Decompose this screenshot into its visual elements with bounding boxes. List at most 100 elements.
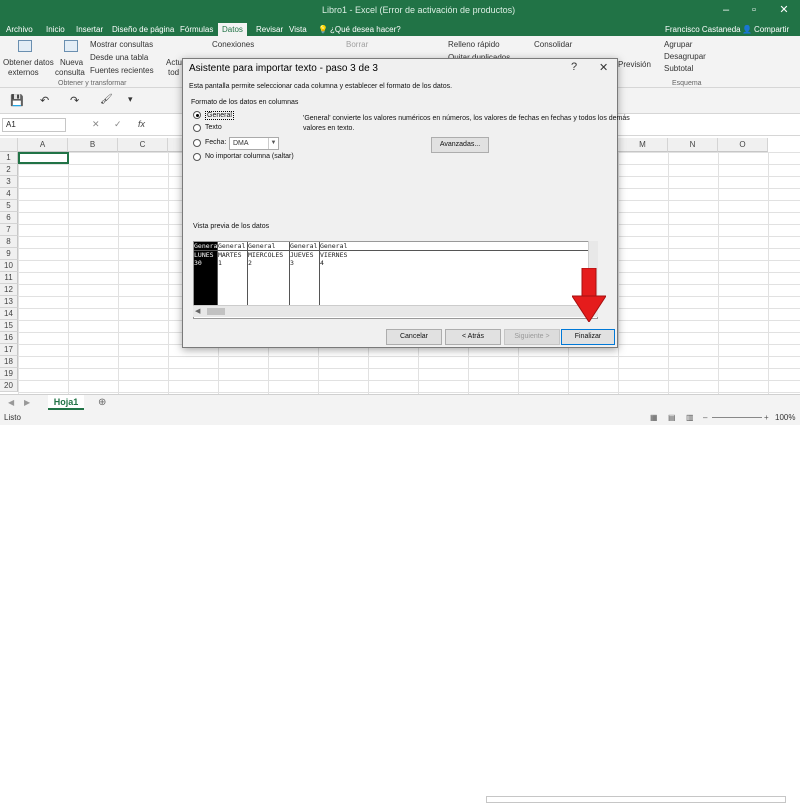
help-icon[interactable]: ? <box>571 61 577 73</box>
tab-insertar[interactable]: Insertar <box>72 23 107 36</box>
row-header-3[interactable]: 3 <box>0 176 18 188</box>
tab-revisar[interactable]: Revisar <box>252 23 287 36</box>
tab-archivo[interactable]: Archivo <box>2 23 37 36</box>
row-header-18[interactable]: 18 <box>0 356 18 368</box>
preview-column-3[interactable]: General MIERCOLES 2 <box>248 242 290 306</box>
radio-general[interactable] <box>193 111 201 119</box>
flash-fill-button[interactable]: Relleno rápido <box>448 40 500 49</box>
close-dialog-icon[interactable]: ✕ <box>599 61 608 74</box>
close-window-icon[interactable]: ✕ <box>774 2 794 18</box>
minimize-icon[interactable]: – <box>716 2 736 18</box>
save-icon[interactable]: 💾 <box>10 94 24 107</box>
forecast-button[interactable]: Previsión <box>618 60 651 69</box>
zoom-slider[interactable] <box>712 417 762 418</box>
row-header-8[interactable]: 8 <box>0 236 18 248</box>
share-button[interactable]: Compartir <box>754 23 789 36</box>
ungroup-button[interactable]: Desagrupar <box>664 52 706 61</box>
radio-general-label[interactable]: General <box>205 111 234 120</box>
preview-column-4[interactable]: General JUEVES 3 <box>290 242 320 306</box>
subtotal-button[interactable]: Subtotal <box>664 64 693 73</box>
tell-me-box[interactable]: ¿Qué desea hacer? <box>330 23 401 36</box>
row-header-16[interactable]: 16 <box>0 332 18 344</box>
column-header-b[interactable]: B <box>68 138 118 152</box>
column-header-c[interactable]: C <box>118 138 168 152</box>
tab-diseno[interactable]: Diseño de página <box>108 23 178 36</box>
normal-view-icon[interactable]: ▦ <box>650 411 658 425</box>
page-break-icon[interactable]: ▥ <box>686 411 694 425</box>
redo-icon[interactable]: ↷ <box>70 94 79 107</box>
row-header-17[interactable]: 17 <box>0 344 18 356</box>
radio-text[interactable] <box>193 124 201 132</box>
column-header-o[interactable]: O <box>718 138 768 152</box>
name-box[interactable]: A1 <box>2 118 66 132</box>
cancel-formula-icon[interactable]: ✕ <box>92 119 100 130</box>
row-header-14[interactable]: 14 <box>0 308 18 320</box>
sheet-tab-hoja1[interactable]: Hoja1 <box>48 395 84 410</box>
row-header-9[interactable]: 9 <box>0 248 18 260</box>
row-header-6[interactable]: 6 <box>0 212 18 224</box>
row-header-19[interactable]: 19 <box>0 368 18 380</box>
get-external-data-button[interactable]: Obtener datos <box>3 58 54 67</box>
row-header-20[interactable]: 20 <box>0 380 18 392</box>
finish-button[interactable]: Finalizar <box>561 329 615 345</box>
column-header-n[interactable]: N <box>668 138 718 152</box>
consolidate-button[interactable]: Consolidar <box>534 40 572 49</box>
row-header-15[interactable]: 15 <box>0 320 18 332</box>
next-sheet-icon[interactable]: ▶ <box>24 398 30 407</box>
scroll-left-icon[interactable]: ◀ <box>195 307 200 315</box>
fx-icon[interactable]: fx <box>138 119 145 129</box>
radio-date-label[interactable]: Fecha: <box>205 139 226 146</box>
zoom-out-icon[interactable]: – <box>703 411 707 425</box>
next-button[interactable]: Siguiente > <box>504 329 560 345</box>
row-header-2[interactable]: 2 <box>0 164 18 176</box>
format-painter-icon[interactable]: 🖌 <box>100 94 113 105</box>
radio-skip-label[interactable]: No importar columna (saltar) <box>205 153 294 160</box>
show-queries-button[interactable]: Mostrar consultas <box>90 40 153 49</box>
new-query-button[interactable]: Nueva <box>60 58 83 67</box>
tab-formulas[interactable]: Fórmulas <box>176 23 217 36</box>
column-header-a[interactable]: A <box>18 138 68 152</box>
connections-button[interactable]: Conexiones <box>212 40 254 49</box>
row-header-11[interactable]: 11 <box>0 272 18 284</box>
page-layout-icon[interactable]: ▤ <box>668 411 676 425</box>
select-all-corner[interactable] <box>0 138 18 152</box>
zoom-level[interactable]: 100% <box>775 411 795 425</box>
advanced-button[interactable]: Avanzadas... <box>431 137 489 153</box>
date-format-select[interactable]: DMA ▼ <box>229 137 279 150</box>
row-header-13[interactable]: 13 <box>0 296 18 308</box>
zoom-in-icon[interactable]: + <box>764 411 769 425</box>
maximize-icon[interactable]: ▫ <box>744 2 764 18</box>
preview-column-5[interactable]: General VIERNES 4 <box>320 242 360 306</box>
row-header-7[interactable]: 7 <box>0 224 18 236</box>
tab-vista[interactable]: Vista <box>285 23 311 36</box>
cancel-button[interactable]: Cancelar <box>386 329 442 345</box>
preview-horizontal-scrollbar[interactable]: ◀ <box>193 305 598 317</box>
row-header-12[interactable]: 12 <box>0 284 18 296</box>
horizontal-scrollbar[interactable] <box>486 796 786 803</box>
row-header-10[interactable]: 10 <box>0 260 18 272</box>
radio-text-label[interactable]: Texto <box>205 124 222 131</box>
undo-icon[interactable]: ↶ <box>40 94 49 107</box>
tab-datos[interactable]: Datos <box>218 23 247 36</box>
radio-date[interactable] <box>193 139 201 147</box>
add-sheet-icon[interactable]: ⊕ <box>98 397 106 408</box>
enter-formula-icon[interactable]: ✓ <box>114 119 122 130</box>
row-header-5[interactable]: 5 <box>0 200 18 212</box>
preview-scroll-thumb[interactable] <box>207 308 225 315</box>
customize-qat-icon[interactable]: ▾ <box>128 94 133 105</box>
group-button[interactable]: Agrupar <box>664 40 692 49</box>
back-button[interactable]: < Atrás <box>445 329 501 345</box>
refresh-all-button[interactable]: Actu <box>166 58 182 67</box>
preview-column-2[interactable]: General MARTES 1 <box>218 242 248 306</box>
column-header-m[interactable]: M <box>618 138 668 152</box>
preview-column-selected[interactable]: General LUNES 30 <box>194 242 221 306</box>
clear-filter-button[interactable]: Borrar <box>346 40 368 49</box>
from-table-button[interactable]: Desde una tabla <box>90 53 148 62</box>
radio-skip[interactable] <box>193 153 201 161</box>
prev-sheet-icon[interactable]: ◀ <box>8 398 14 407</box>
selected-cell-a1[interactable] <box>18 152 69 164</box>
user-name[interactable]: Francisco Castaneda <box>665 23 741 36</box>
tab-inicio[interactable]: Inicio <box>42 23 69 36</box>
recent-sources-button[interactable]: Fuentes recientes <box>90 66 154 75</box>
row-header-4[interactable]: 4 <box>0 188 18 200</box>
